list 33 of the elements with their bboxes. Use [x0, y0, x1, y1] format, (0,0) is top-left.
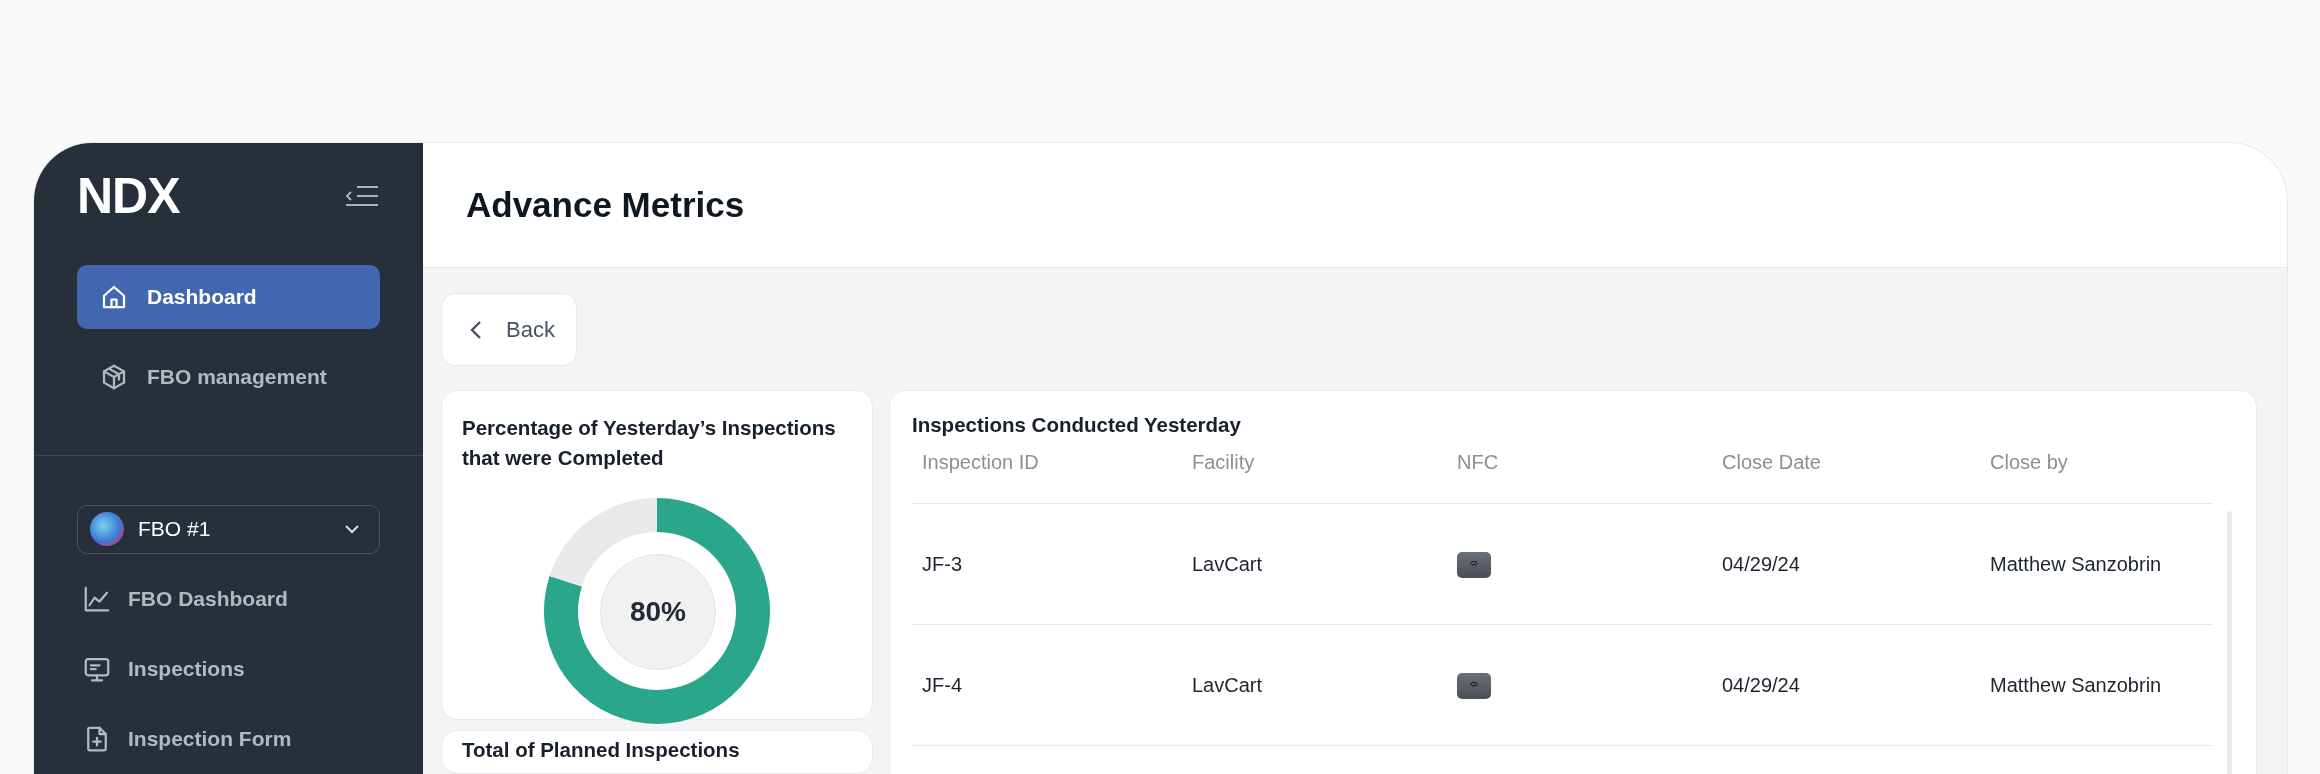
table-cell-text: JF-3 [921, 552, 963, 576]
table-cell-text: JF-4 [921, 673, 963, 697]
line-chart-icon [82, 584, 112, 614]
nfc-tag-icon [1457, 551, 1491, 578]
percentage-reading: 80% [600, 554, 716, 670]
fbo-select[interactable]: FBO #1 [77, 504, 380, 554]
table-cell-text: LavCart [1191, 552, 1264, 576]
table-title: Inspections Conducted Yesterday [912, 413, 1242, 437]
nav-item[interactable]: Inspection Form [82, 704, 380, 774]
table-cell-text: 04/29/24 [1721, 673, 1801, 697]
caret-icon [345, 524, 359, 534]
column-header: Facility [1191, 451, 1256, 474]
menu-collapse-icon[interactable] [345, 183, 379, 208]
table-cell-text: Matthew Sanzobrin [1989, 673, 2163, 697]
table-cell-text: LavCart [1191, 673, 1264, 697]
nav-item[interactable]: FBO management [77, 345, 380, 409]
card-title: Percentage of Yesterday’s Inspections that were Completed [462, 415, 837, 471]
table-cell-text: Matthew Sanzobrin [1989, 552, 2163, 576]
chevron-left-icon [470, 319, 482, 340]
card-title: Total of Planned Inspections [462, 737, 741, 763]
nav-item[interactable]: Dashboard [77, 265, 380, 329]
back-button[interactable]: Back [441, 293, 577, 366]
column-header: NFC [1456, 451, 1500, 474]
column-header: Close by [1989, 451, 2069, 474]
logo: NDX [77, 170, 180, 221]
column-header: Close Date [1721, 451, 1822, 474]
table-cell-text: 04/29/24 [1721, 552, 1801, 576]
nav-item[interactable]: Inspections [82, 634, 380, 704]
nfc-tag-icon [1457, 672, 1491, 699]
column-header: Inspection ID [921, 451, 1040, 474]
page-title: Advance Metrics [466, 185, 745, 225]
nav-item[interactable]: FBO Dashboard [82, 564, 380, 634]
emblem-icon [90, 512, 124, 547]
